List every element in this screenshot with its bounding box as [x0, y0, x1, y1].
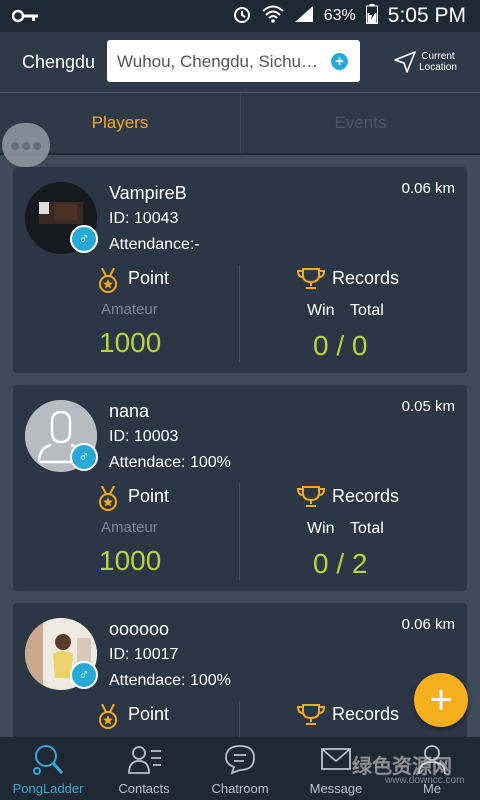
- nav-label: Message: [309, 781, 363, 796]
- nav-contacts[interactable]: Contacts: [96, 737, 192, 800]
- player-attendance: Attendace: 100%: [109, 454, 231, 471]
- battery-percent: 63%: [323, 7, 356, 24]
- player-level: Amateur: [101, 301, 158, 318]
- player-distance: 0.05 km: [401, 398, 455, 415]
- player-name: oooooo: [109, 619, 170, 639]
- records-label: Records: [332, 268, 400, 288]
- point-label: Point: [128, 268, 170, 288]
- nav-label: Contacts: [118, 781, 170, 796]
- tab-bar: Players Events: [0, 92, 480, 155]
- wifi-icon: [262, 5, 284, 28]
- contacts-icon: [128, 743, 162, 780]
- card-divider: [239, 265, 240, 362]
- player-name: nana: [109, 401, 150, 421]
- win-label: Win: [307, 520, 335, 537]
- trophy-icon: [296, 486, 326, 513]
- male-icon: ♂: [70, 443, 98, 471]
- player-name: VampireB: [109, 183, 187, 203]
- battery-icon: [365, 3, 378, 29]
- player-point-score: 1000: [99, 545, 162, 576]
- current-location-label-2: Location: [419, 62, 457, 73]
- player-id: ID: 10043: [109, 210, 179, 227]
- watermark-url: www.downcc.com: [385, 775, 465, 786]
- trophy-icon: [296, 268, 326, 295]
- player-attendance: Attendance:-: [109, 236, 200, 253]
- medal-icon: [98, 703, 118, 735]
- dot-icon: [33, 142, 41, 150]
- location-search-value[interactable]: Wuhou, Chengdu, Sichu…: [117, 52, 323, 72]
- male-icon: ♂: [70, 661, 98, 689]
- player-level: Amateur: [101, 519, 158, 536]
- app-header: Chengdu Wuhou, Chengdu, Sichu… + Current…: [0, 32, 480, 92]
- records-label: Records: [332, 486, 400, 506]
- navigation-arrow-icon[interactable]: [393, 50, 417, 79]
- point-label: Point: [128, 486, 170, 506]
- chat-bubble-icon: [224, 743, 256, 780]
- win-total-score: 0 / 2: [313, 548, 368, 579]
- player-point-score: 1000: [99, 327, 162, 358]
- player-card[interactable]: ♂ VampireB ID: 10043 Attendance:- 0.06 k…: [13, 167, 467, 373]
- nav-pongladder[interactable]: PongLadder: [0, 737, 96, 800]
- dot-icon: [22, 142, 30, 150]
- player-card[interactable]: ♂ nana ID: 10003 Attendace: 100% 0.05 km…: [13, 385, 467, 591]
- envelope-icon: [320, 743, 352, 780]
- player-card[interactable]: ♂ oooooo ID: 10017 Attendace: 100% 0.06 …: [13, 603, 467, 737]
- nav-chatroom[interactable]: Chatroom: [192, 737, 288, 800]
- card-divider: [239, 701, 240, 737]
- vpn-key-icon: [11, 9, 40, 28]
- status-bar: 63% 5:05 PM: [0, 0, 480, 32]
- add-location-icon[interactable]: +: [331, 53, 348, 70]
- more-options-button[interactable]: [2, 123, 50, 167]
- player-id: ID: 10003: [109, 428, 179, 445]
- medal-icon: [98, 485, 118, 517]
- point-label: Point: [128, 704, 170, 724]
- player-attendance: Attendace: 100%: [109, 672, 231, 689]
- city-selector[interactable]: Chengdu: [22, 52, 95, 73]
- player-distance: 0.06 km: [401, 616, 455, 633]
- players-list[interactable]: ♂ VampireB ID: 10043 Attendance:- 0.06 k…: [0, 154, 480, 737]
- ping-pong-icon: [32, 743, 64, 782]
- signal-icon: [294, 5, 314, 28]
- player-id: ID: 10017: [109, 646, 179, 663]
- current-location-label-1: Current: [421, 51, 455, 62]
- alarm-icon: [232, 4, 252, 29]
- win-total-score: 0 / 0: [313, 330, 368, 361]
- nav-label: Chatroom: [211, 781, 269, 796]
- current-location-button[interactable]: Current Location: [418, 51, 458, 73]
- player-distance: 0.06 km: [401, 180, 455, 197]
- total-label: Total: [350, 520, 384, 537]
- clock-time: 5:05 PM: [387, 4, 466, 27]
- male-icon: ♂: [70, 225, 98, 253]
- win-label: Win: [307, 302, 335, 319]
- records-label: Records: [332, 704, 400, 724]
- dot-icon: [11, 142, 19, 150]
- location-search-field[interactable]: Wuhou, Chengdu, Sichu… +: [107, 40, 360, 82]
- trophy-icon: [296, 704, 326, 731]
- card-divider: [239, 483, 240, 580]
- total-label: Total: [350, 302, 384, 319]
- add-fab-button[interactable]: +: [414, 673, 468, 727]
- nav-label: PongLadder: [12, 781, 84, 796]
- tab-events[interactable]: Events: [240, 93, 480, 154]
- medal-icon: [98, 267, 118, 299]
